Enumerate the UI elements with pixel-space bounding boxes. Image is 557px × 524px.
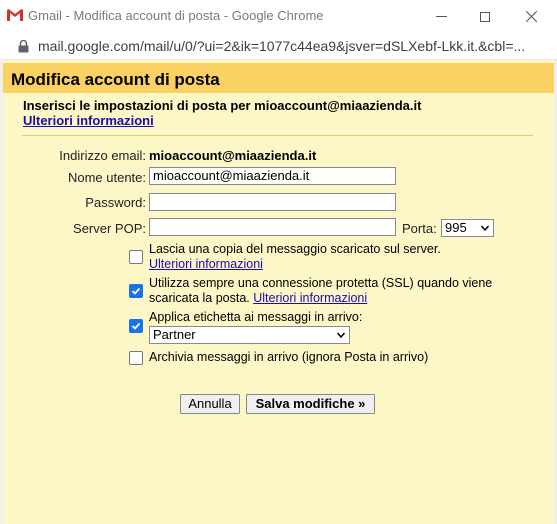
pop-server-input[interactable] (149, 218, 396, 236)
intro-email: mioaccount@miaazienda.it (254, 98, 422, 113)
password-label: Password: (85, 195, 146, 210)
ssl-text: Utilizza sempre una connessione protetta… (149, 276, 492, 306)
apply-label-checkbox[interactable] (129, 319, 143, 333)
intro-text: Inserisci le impostazioni di posta per (23, 98, 255, 113)
port-value: 995 (445, 220, 467, 235)
checkmark-icon (131, 287, 141, 295)
url-text: mail.google.com/mail/u/0/?ui=2&ik=1077c4… (38, 38, 526, 54)
dialog-intro: Inserisci le impostazioni di posta per m… (23, 98, 421, 128)
email-label: Indirizzo email: (59, 148, 146, 163)
archive-checkbox[interactable] (129, 351, 143, 365)
username-input[interactable]: mioaccount@miaazienda.it (149, 167, 396, 185)
maximize-icon (480, 11, 490, 22)
dialog-header: Modifica account di posta (3, 63, 554, 93)
checkmark-icon (131, 322, 141, 330)
maximize-button[interactable] (462, 0, 508, 33)
close-button[interactable] (508, 0, 554, 33)
password-input[interactable] (149, 193, 396, 211)
address-bar[interactable]: mail.google.com/mail/u/0/?ui=2&ik=1077c4… (0, 33, 557, 60)
email-value: mioaccount@miaazienda.it (149, 148, 317, 163)
username-label: Nome utente: (67, 170, 146, 185)
minimize-button[interactable] (418, 0, 464, 33)
ssl-checkbox[interactable] (129, 284, 143, 298)
dialog-title: Modifica account di posta (11, 70, 220, 89)
label-select-value: Partner (153, 327, 196, 342)
leave-copy-text: Lascia una copia del messaggio scaricato… (149, 242, 441, 272)
leave-copy-label: Lascia una copia del messaggio scaricato… (149, 242, 441, 256)
port-label: Porta: (402, 221, 437, 236)
save-changes-button[interactable]: Salva modifiche » (246, 394, 375, 414)
ssl-label-line1: Utilizza sempre una connessione protetta… (149, 276, 493, 290)
ssl-label-line2: scaricata la posta. (149, 291, 250, 305)
close-icon (525, 11, 537, 22)
more-info-link[interactable]: Ulteriori informazioni (23, 113, 154, 128)
gmail-logo-icon (7, 9, 23, 21)
edit-mail-account-dialog: Modifica account di posta Inserisci le i… (3, 60, 554, 524)
window-titlebar: Gmail - Modifica account di posta - Goog… (0, 0, 557, 33)
chevron-down-icon (481, 225, 489, 232)
ssl-more-info-link[interactable]: Ulteriori informazioni (253, 291, 367, 305)
label-select[interactable]: Partner (149, 326, 350, 344)
cancel-button[interactable]: Annulla (180, 394, 240, 414)
leave-copy-checkbox[interactable] (129, 250, 143, 264)
apply-label-text: Applica etichetta ai messaggi in arrivo: (149, 310, 363, 324)
minimize-icon (435, 16, 447, 17)
port-select[interactable]: 995 (441, 219, 494, 237)
leave-copy-more-info-link[interactable]: Ulteriori informazioni (149, 257, 263, 271)
lock-icon (18, 40, 29, 53)
window-title: Gmail - Modifica account di posta - Goog… (28, 8, 324, 23)
pop-server-label: Server POP: (73, 221, 146, 236)
archive-text: Archivia messaggi in arrivo (ignora Post… (149, 350, 429, 364)
divider (22, 135, 533, 136)
chevron-down-icon (337, 332, 345, 339)
